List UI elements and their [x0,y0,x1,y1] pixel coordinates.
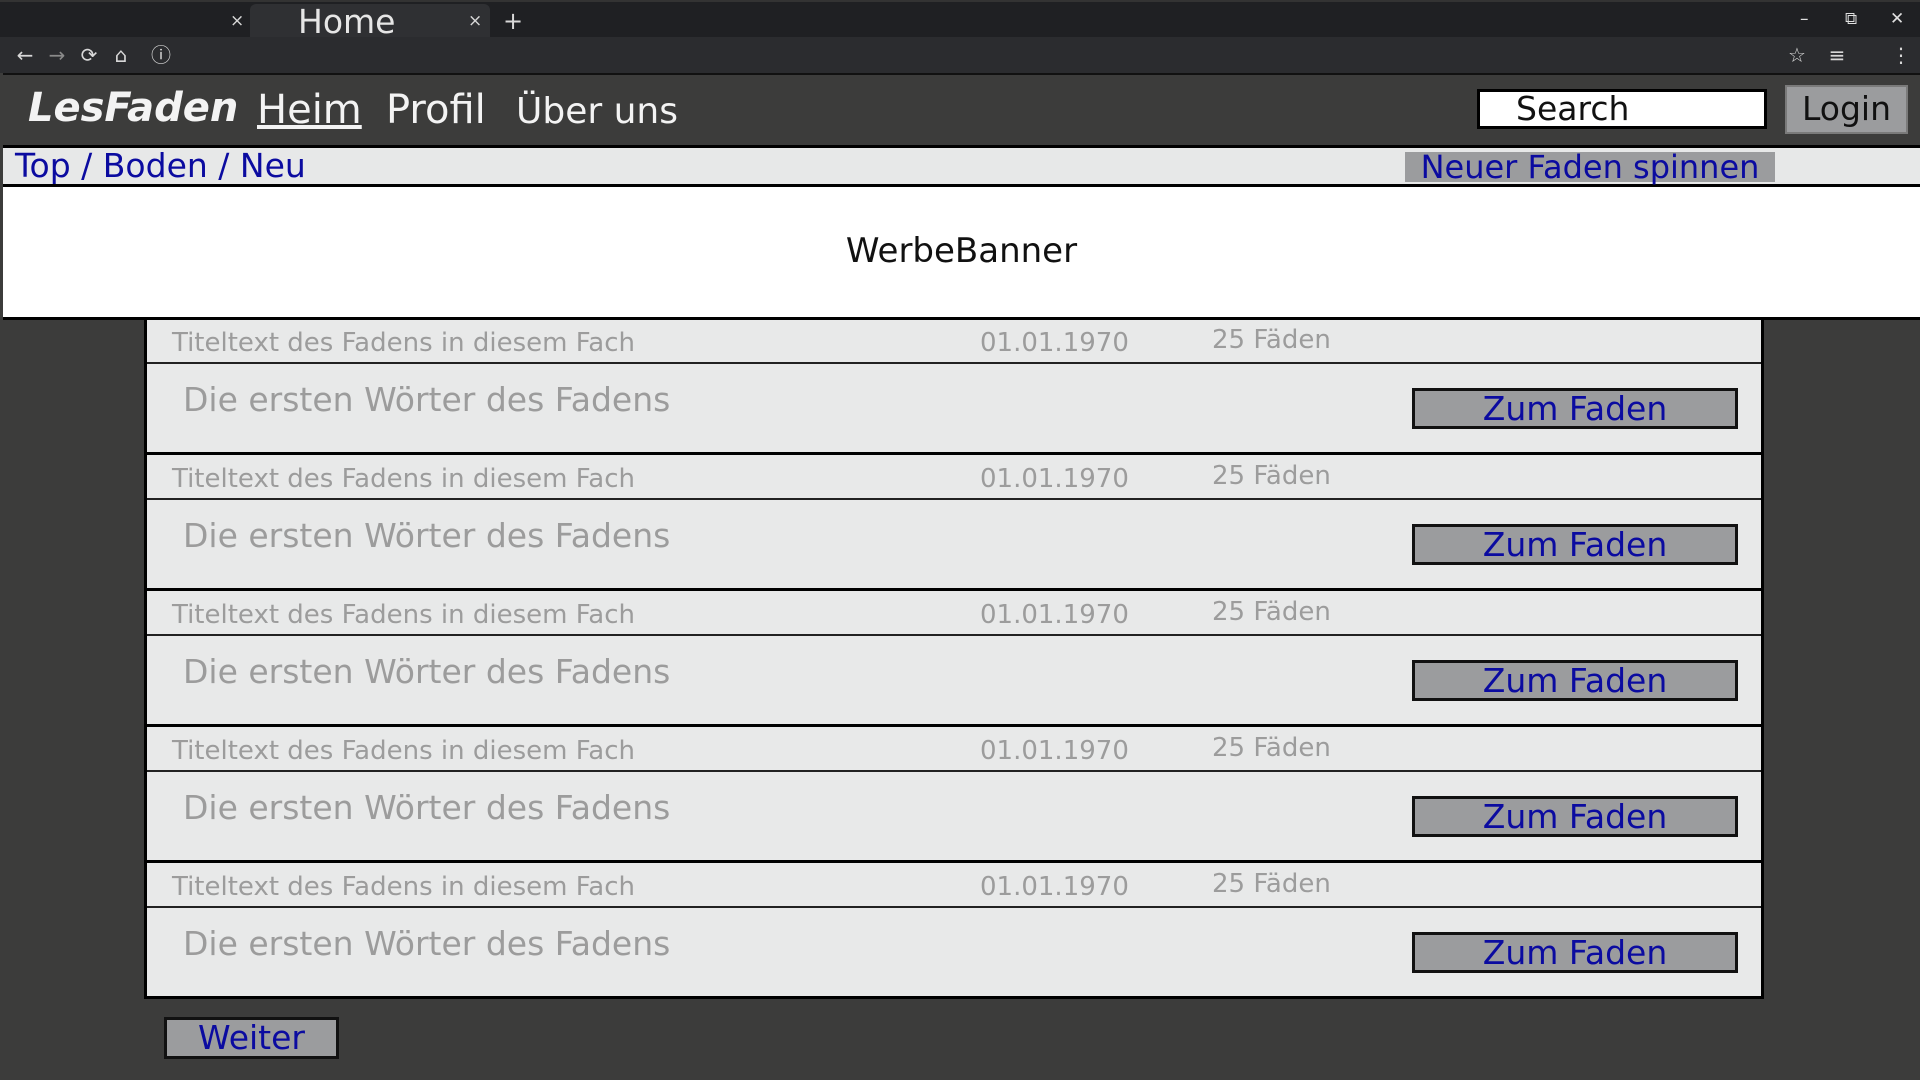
tab-close-icon[interactable]: × [230,4,244,39]
tab-title: Home [298,2,396,41]
thread-count: 25 Fäden [1212,733,1331,763]
ad-banner-label: WerbeBanner [845,231,1078,271]
thread-count: 25 Fäden [1212,869,1331,899]
thread-header: Titeltext des Fadens in diesem Fach 01.0… [147,456,1761,500]
browser-toolbar: ← → ⟳ ⌂ ⓘ ☆ ≡ ⋮ [0,37,1920,73]
nav-link-profil[interactable]: Profil [386,87,486,133]
forward-icon[interactable]: → [44,37,70,73]
thread-title[interactable]: Titeltext des Fadens in diesem Fach [172,600,635,630]
media-control-icon[interactable]: ≡ [1824,37,1850,73]
thread-item: Titeltext des Fadens in diesem Fach 01.0… [147,864,1761,999]
restore-icon[interactable]: ⧉ [1845,4,1857,34]
browser-tabstrip: × Home × + – ⧉ ✕ [0,0,1920,39]
reload-icon[interactable]: ⟳ [76,37,102,73]
site-logo[interactable]: LesFaden [28,85,238,131]
thread-date: 01.01.1970 [980,464,1129,494]
thread-title[interactable]: Titeltext des Fadens in diesem Fach [172,872,635,902]
thread-date: 01.01.1970 [980,736,1129,766]
next-page-button[interactable]: Weiter [164,1017,339,1059]
thread-header: Titeltext des Fadens in diesem Fach 01.0… [147,592,1761,636]
thread-date: 01.01.1970 [980,872,1129,902]
thread-date: 01.01.1970 [980,600,1129,630]
open-thread-button[interactable]: Zum Faden [1412,660,1738,701]
open-thread-button[interactable]: Zum Faden [1412,932,1738,973]
browser-menu-icon[interactable]: ⋮ [1888,37,1914,73]
thread-excerpt: Die ersten Wörter des Fadens [183,380,671,419]
sort-link-neu[interactable]: Neu [240,146,306,185]
minimize-icon[interactable]: – [1800,4,1809,34]
site-info-icon[interactable]: ⓘ [148,37,174,73]
app-navbar: LesFaden Heim Profil Über uns Search Log… [3,73,1920,145]
new-tab-icon[interactable]: + [503,4,523,38]
tab-close-icon[interactable]: × [468,4,482,39]
open-thread-button[interactable]: Zum Faden [1412,796,1738,837]
sort-bar: Top / Boden / Neu Neuer Faden spinnen [3,145,1920,187]
nav-link-heim[interactable]: Heim [257,87,362,133]
thread-header: Titeltext des Fadens in diesem Fach 01.0… [147,728,1761,772]
ad-banner[interactable]: WerbeBanner [3,187,1920,320]
nav-link-ueber-uns[interactable]: Über uns [516,91,678,132]
open-thread-button[interactable]: Zum Faden [1412,388,1738,429]
home-icon[interactable]: ⌂ [108,37,134,73]
thread-item: Titeltext des Fadens in diesem Fach 01.0… [147,728,1761,863]
login-button[interactable]: Login [1785,85,1908,134]
thread-title[interactable]: Titeltext des Fadens in diesem Fach [172,464,635,494]
thread-title[interactable]: Titeltext des Fadens in diesem Fach [172,328,635,358]
thread-excerpt: Die ersten Wörter des Fadens [183,924,671,963]
sort-link-top[interactable]: Top [15,146,71,185]
sort-link-boden[interactable]: Boden [103,146,208,185]
thread-count: 25 Fäden [1212,461,1331,491]
thread-list: Titeltext des Fadens in diesem Fach 01.0… [144,320,1764,999]
thread-count: 25 Fäden [1212,597,1331,627]
crumb-separator: / [207,146,240,185]
search-input[interactable]: Search [1477,89,1767,129]
back-icon[interactable]: ← [12,37,38,73]
thread-excerpt: Die ersten Wörter des Fadens [183,516,671,555]
thread-header: Titeltext des Fadens in diesem Fach 01.0… [147,320,1761,364]
thread-item: Titeltext des Fadens in diesem Fach 01.0… [147,320,1761,455]
thread-excerpt: Die ersten Wörter des Fadens [183,652,671,691]
sort-links: Top / Boden / Neu [15,148,306,184]
thread-excerpt: Die ersten Wörter des Fadens [183,788,671,827]
bookmark-star-icon[interactable]: ☆ [1784,37,1810,73]
new-thread-button[interactable]: Neuer Faden spinnen [1405,151,1775,183]
thread-item: Titeltext des Fadens in diesem Fach 01.0… [147,592,1761,727]
crumb-separator: / [70,146,103,185]
browser-tab-active[interactable]: Home × [250,4,490,39]
open-thread-button[interactable]: Zum Faden [1412,524,1738,565]
thread-title[interactable]: Titeltext des Fadens in diesem Fach [172,736,635,766]
thread-count: 25 Fäden [1212,325,1331,355]
thread-item: Titeltext des Fadens in diesem Fach 01.0… [147,456,1761,591]
close-window-icon[interactable]: ✕ [1890,4,1904,34]
browser-tab[interactable]: × [2,4,248,39]
thread-header: Titeltext des Fadens in diesem Fach 01.0… [147,864,1761,908]
thread-date: 01.01.1970 [980,328,1129,358]
